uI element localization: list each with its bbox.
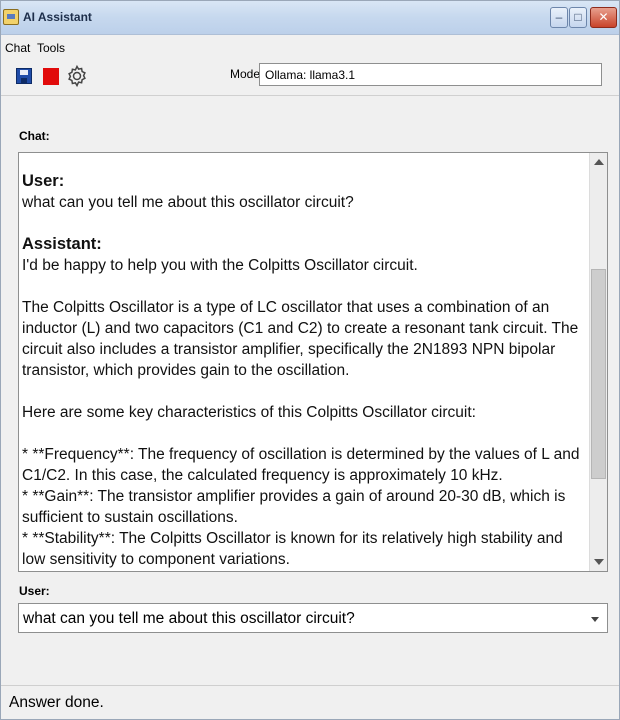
window-title: AI Assistant xyxy=(23,10,92,24)
status-text: Answer done. xyxy=(9,694,104,711)
maximize-button[interactable]: □ xyxy=(569,7,587,28)
status-bar: Answer done. xyxy=(1,685,619,719)
menu-chat[interactable]: Chat xyxy=(5,41,30,55)
arrow-down-icon xyxy=(594,559,604,565)
assistant-paragraph: Here are some key characteristics of thi… xyxy=(22,404,476,421)
user-message: what can you tell me about this oscillat… xyxy=(22,194,354,211)
save-icon-shutter xyxy=(21,78,27,83)
close-button[interactable]: ✕ xyxy=(590,7,617,28)
assistant-paragraph: I'd be happy to help you with the Colpit… xyxy=(22,257,418,274)
save-icon-label xyxy=(20,70,28,75)
title-bar: AI Assistant – □ ✕ xyxy=(1,1,619,35)
assistant-role-label: Assistant: xyxy=(22,235,102,253)
menu-tools[interactable]: Tools xyxy=(37,41,65,55)
app-icon xyxy=(3,9,19,25)
app-window: AI Assistant – □ ✕ Chat Tools Model: Cha… xyxy=(0,0,620,720)
chat-scrollbar[interactable] xyxy=(589,153,607,571)
user-role-label: User: xyxy=(22,172,65,190)
chevron-down-icon[interactable] xyxy=(591,617,599,622)
scroll-thumb[interactable] xyxy=(591,269,606,479)
user-input-text[interactable]: what can you tell me about this oscillat… xyxy=(23,610,355,628)
gear-icon-svg xyxy=(68,64,86,88)
model-input[interactable] xyxy=(259,63,602,86)
assistant-paragraph: The Colpitts Oscillator is a type of LC … xyxy=(22,299,579,379)
user-input-combo[interactable]: what can you tell me about this oscillat… xyxy=(18,603,608,633)
minimize-button[interactable]: – xyxy=(550,7,568,28)
chat-label: Chat: xyxy=(19,129,50,143)
toolbar-separator xyxy=(1,95,619,96)
scroll-up-button[interactable] xyxy=(590,153,607,171)
menu-bar: Chat Tools xyxy=(1,37,619,59)
chat-transcript[interactable]: User: what can you tell me about this os… xyxy=(18,152,608,572)
gear-icon[interactable] xyxy=(65,64,91,88)
stop-square xyxy=(43,68,59,85)
arrow-up-icon xyxy=(594,159,604,165)
user-input-label: User: xyxy=(19,584,50,598)
stop-icon[interactable] xyxy=(41,64,63,88)
assistant-paragraph: * **Frequency**: The frequency of oscill… xyxy=(22,446,580,568)
save-icon[interactable] xyxy=(13,64,35,88)
chat-content: User: what can you tell me about this os… xyxy=(22,171,587,570)
scroll-down-button[interactable] xyxy=(590,553,607,571)
